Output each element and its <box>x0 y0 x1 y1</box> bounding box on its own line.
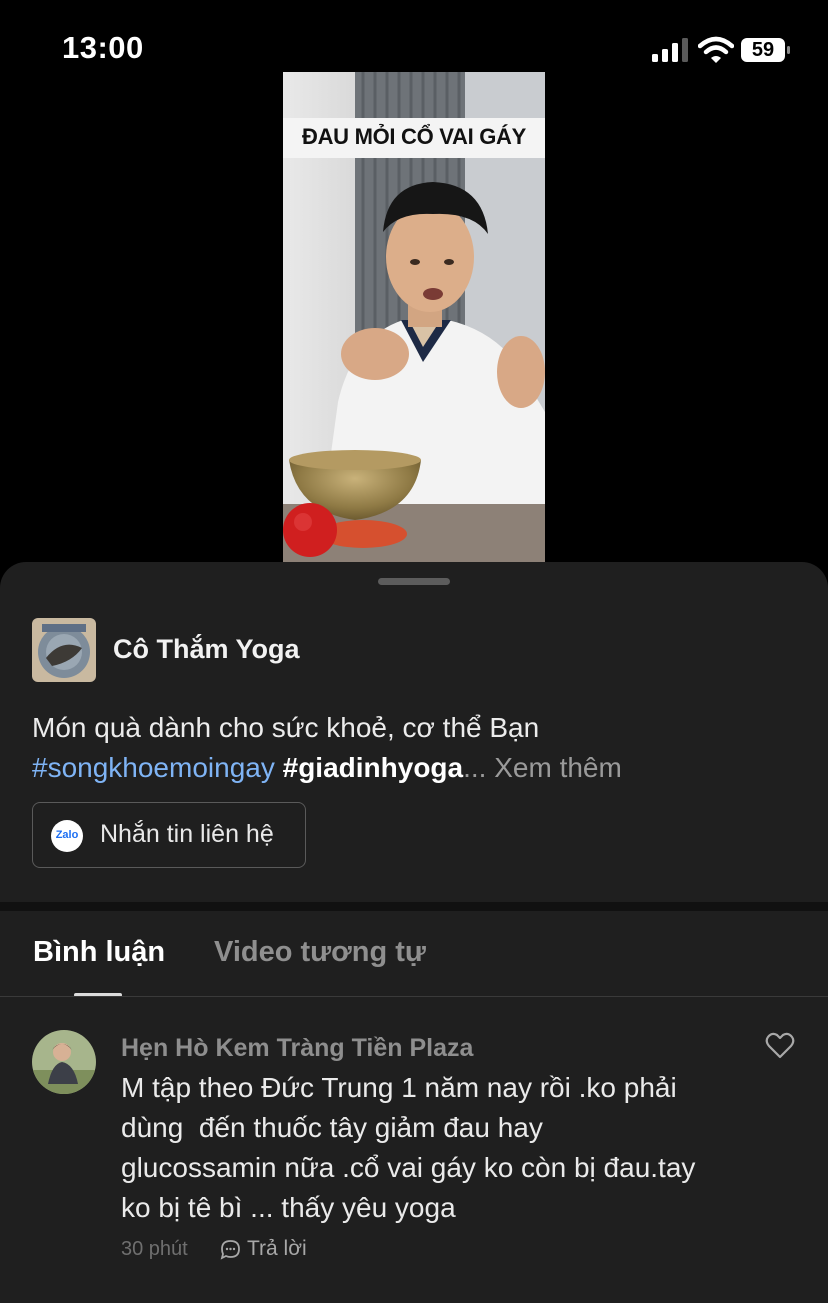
video-player[interactable]: ĐAU MỎI CỔ VAI GÁY <box>283 72 545 562</box>
status-time: 13:00 <box>62 30 144 65</box>
comment-author[interactable]: Hẹn Hò Kem Tràng Tiền Plaza <box>121 1034 473 1063</box>
comment-timestamp: 30 phút <box>121 1238 188 1260</box>
tab-comments[interactable]: Bình luận <box>33 936 165 969</box>
contact-button-label: Nhắn tin liên hệ <box>100 820 274 848</box>
see-more-link[interactable]: ... Xem thêm <box>463 752 622 783</box>
video-description[interactable]: Món quà dành cho sức khoẻ, cơ thể Bạn #s… <box>32 708 802 788</box>
tab-similar-videos[interactable]: Video tương tự <box>214 936 426 969</box>
chat-bubble-icon <box>220 1240 240 1260</box>
hashtag-link[interactable]: #giadinhyoga <box>283 752 463 783</box>
tab-bar: Bình luận Video tương tự <box>0 911 828 997</box>
tabs-divider <box>0 996 828 997</box>
zalo-icon: Zalo <box>51 820 83 852</box>
hashtag-link[interactable]: #songkhoemoingay <box>32 752 275 783</box>
description-text: Món quà dành cho sức khoẻ, cơ thể Bạn <box>32 712 540 743</box>
channel-name[interactable]: Cô Thắm Yoga <box>113 634 300 665</box>
zalo-icon-label: Zalo <box>55 829 79 841</box>
channel-avatar[interactable] <box>32 618 96 682</box>
sheet-grab-handle[interactable] <box>378 578 450 585</box>
signal-icon <box>652 38 688 62</box>
video-caption: ĐAU MỎI CỔ VAI GÁY <box>302 124 526 149</box>
battery-icon: 59 <box>741 36 791 64</box>
comment-item: Hẹn Hò Kem Tràng Tiền Plaza M tập theo Đ… <box>0 1022 828 1282</box>
info-sheet: Cô Thắm Yoga Món quà dành cho sức khoẻ, … <box>0 562 828 1303</box>
contact-message-button[interactable]: Zalo Nhắn tin liên hệ <box>32 802 306 868</box>
commenter-avatar[interactable] <box>32 1030 96 1094</box>
reply-label: Trả lời <box>247 1237 307 1260</box>
comment-text: M tập theo Đức Trung 1 năm nay rồi .ko p… <box>121 1072 696 1223</box>
battery-level: 59 <box>751 39 775 61</box>
heart-icon[interactable] <box>765 1032 795 1060</box>
section-divider <box>0 902 828 911</box>
wifi-icon <box>698 36 734 63</box>
